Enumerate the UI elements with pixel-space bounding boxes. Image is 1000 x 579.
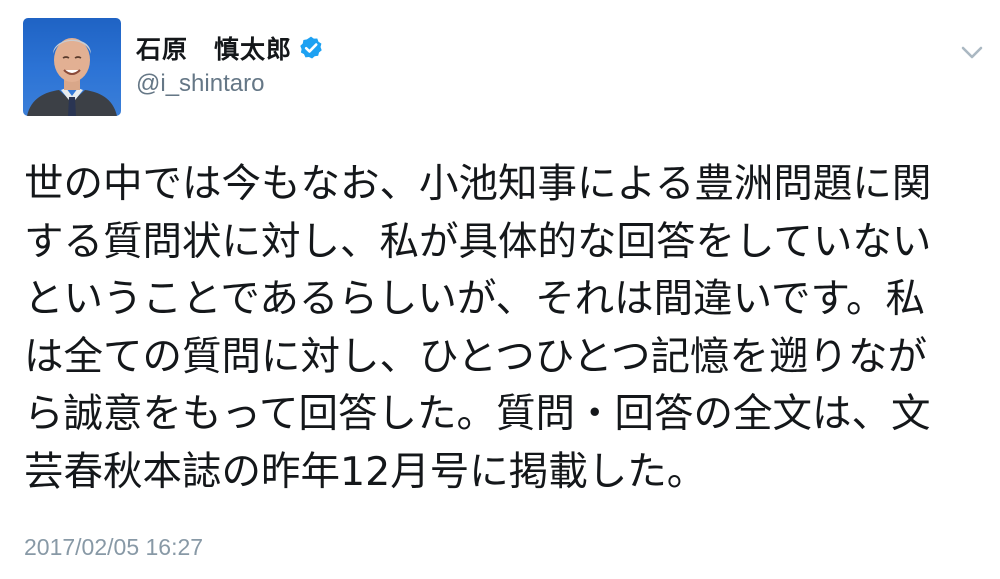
user-handle[interactable]: @i_shintaro <box>136 70 324 98</box>
chevron-down-icon <box>961 46 983 59</box>
display-name[interactable]: 石原 慎太郎 <box>136 30 292 66</box>
tweet-header: 石原 慎太郎 @i_shintaro <box>136 28 324 98</box>
tweet-text-line: 芸春秋本誌の昨年12月号に掲載した。 <box>24 448 707 495</box>
tweet-text-line: する質問状に対し、私が具体的な回答をしていない <box>24 218 932 265</box>
avatar[interactable] <box>23 18 121 116</box>
tweet-timestamp[interactable]: 2017/02/05 16:27 <box>24 534 203 561</box>
tweet-text-line: は全ての質問に対し、ひとつひとつ記憶を遡りなが <box>24 333 927 380</box>
tweet-card: 石原 慎太郎 @i_shintaro 世の中では今もなお、小池知事による豊洲問題… <box>0 0 1000 579</box>
verified-badge-icon <box>298 35 324 61</box>
tweet-text: 世の中では今もなお、小池知事による豊洲問題に関 する質問状に対し、私が具体的な回… <box>24 156 984 502</box>
tweet-text-line: ということであるらしいが、それは間違いです。私 <box>24 276 925 323</box>
tweet-menu-button[interactable] <box>955 38 989 68</box>
tweet-text-line: 世の中では今もなお、小池知事による豊洲問題に関 <box>24 161 932 207</box>
tweet-text-line: ら誠意をもって回答した。質問・回答の全文は、文 <box>24 391 931 438</box>
profile-photo-icon <box>27 38 117 116</box>
name-row: 石原 慎太郎 <box>136 28 324 68</box>
